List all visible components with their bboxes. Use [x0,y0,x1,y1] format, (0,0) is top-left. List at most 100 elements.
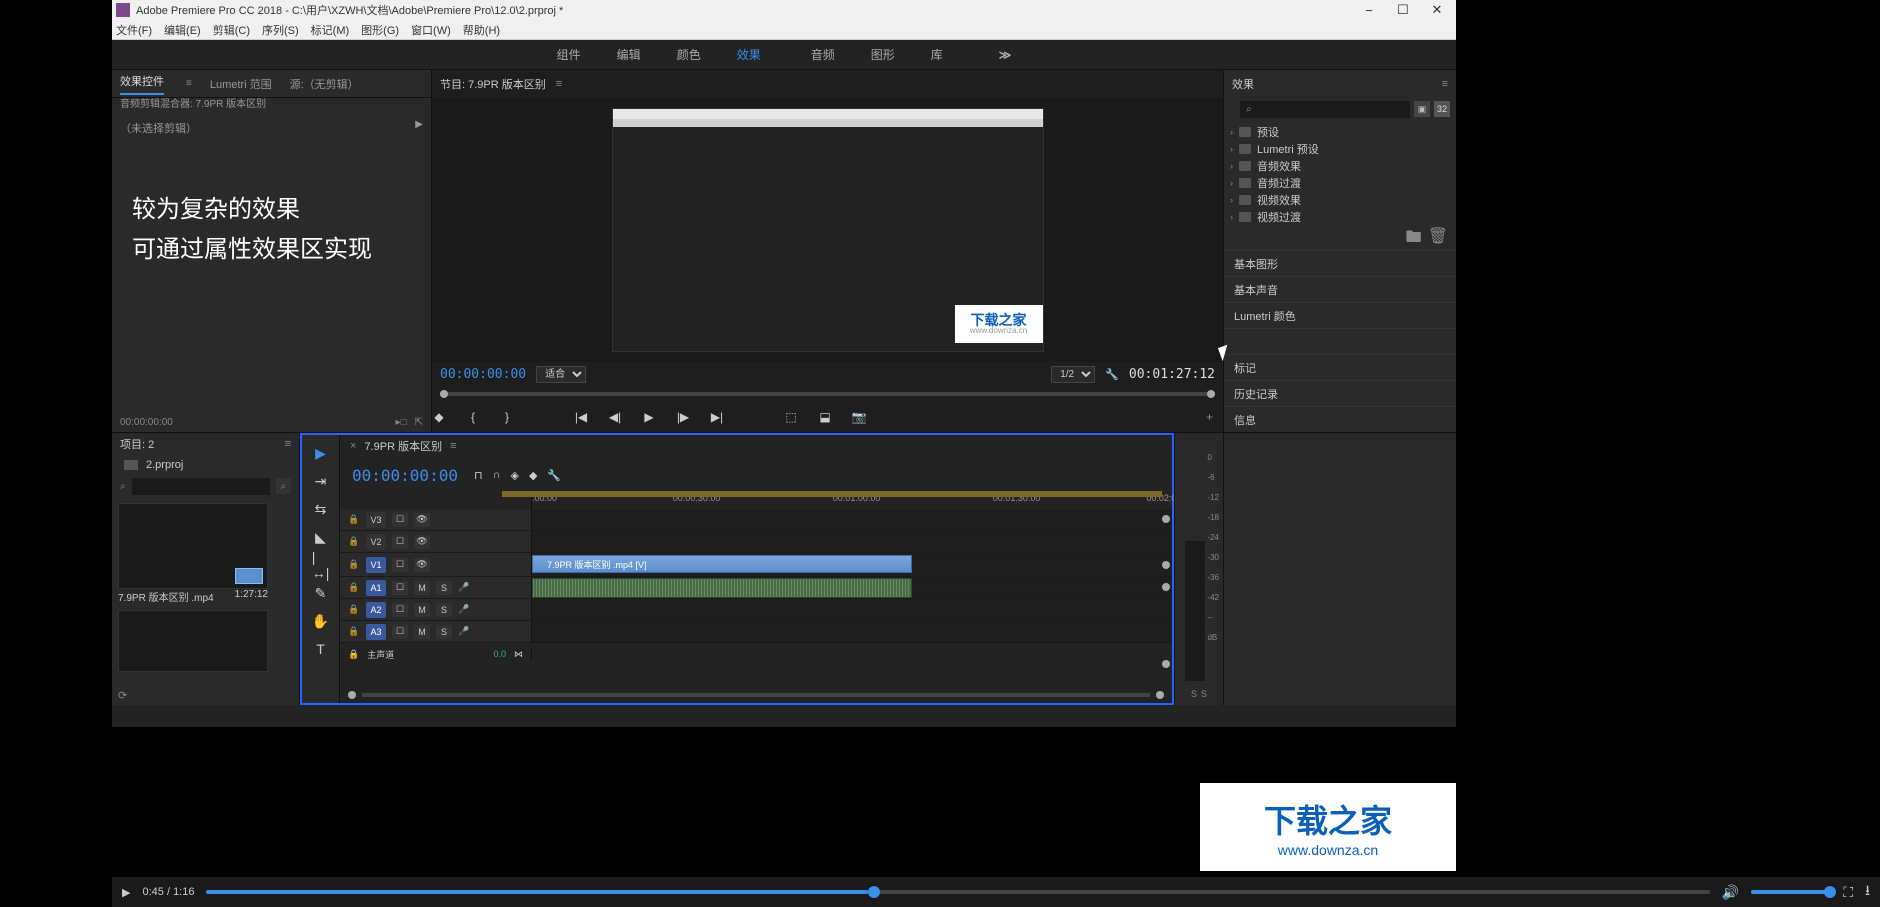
audio-clip[interactable] [532,578,912,598]
in-point-icon[interactable]: { [466,410,480,424]
player-progress[interactable] [206,890,1709,894]
effects-fx-badge[interactable]: ▣ [1414,101,1430,117]
lock-icon[interactable]: 🔒 [348,604,360,615]
ws-effects[interactable]: 效果 [737,46,775,63]
panel-history[interactable]: 历史记录 [1224,380,1456,406]
track-a2-content[interactable] [532,599,1172,621]
menu-graphics[interactable]: 图形(G) [361,22,399,38]
track-a2[interactable]: A2 [366,602,386,618]
program-scrub[interactable] [432,386,1223,402]
zoom-in-handle[interactable] [1156,691,1164,699]
track-v2[interactable]: V2 [366,534,386,550]
tab-source[interactable]: 源:（无剪辑） [290,76,359,92]
mic-icon[interactable]: 🎤 [458,626,469,637]
download-icon[interactable]: ⭳ [1865,880,1870,904]
step-back-icon[interactable]: ◀| [608,410,622,424]
track-m[interactable]: M [414,625,430,639]
ripple-edit-tool-icon[interactable]: ⇆ [313,501,329,517]
lock-icon[interactable]: 🔒 [348,582,360,593]
marker-icon[interactable]: ◈ [510,469,518,482]
new-bin-icon[interactable]: 🖿 [1406,226,1422,244]
add-button-icon[interactable]: + [1206,410,1213,424]
marker-icon[interactable]: ◆ [432,410,446,424]
wrench-icon[interactable]: 🔧 [1105,368,1119,381]
panel-markers[interactable]: 标记 [1224,354,1456,380]
panel-essential-sound[interactable]: 基本声音 [1224,276,1456,302]
menu-edit[interactable]: 编辑(E) [164,22,201,38]
type-tool-icon[interactable]: T [313,641,329,657]
program-monitor[interactable]: 下载之家 www.downza.cn [432,98,1223,362]
tab-lumetri-scopes[interactable]: Lumetri 范围 [210,76,272,92]
track-fx[interactable]: ☐ [392,581,408,595]
settings-icon[interactable]: 🔧 [547,469,561,482]
step-fwd-icon[interactable]: |▶ [676,410,690,424]
clip-thumb-2[interactable] [118,610,268,672]
snap-icon[interactable]: ⊓ [474,469,483,482]
seq-menu-icon[interactable]: ≡ [450,440,456,452]
track-s[interactable]: S [436,625,452,639]
panel-lumetri-color[interactable]: Lumetri 颜色 [1224,302,1456,328]
ws-graphics[interactable]: 图形 [871,46,895,63]
effects-search-input[interactable] [1240,101,1410,118]
tab-audio-clip-mixer[interactable]: 音频剪辑混合器: 7.9PR 版本区别 [120,95,266,110]
lock-icon[interactable]: 🔒 [348,536,360,547]
ws-more-button[interactable]: ≫ [999,48,1012,62]
ec-footer-icon-1[interactable]: ▸□ [396,417,407,428]
out-point-icon[interactable]: } [500,410,514,424]
track-fx[interactable]: ☐ [392,558,408,572]
effects-node-presets[interactable]: ›预设 [1230,123,1450,140]
tab-menu-icon[interactable]: ≡ [186,78,192,89]
track-s[interactable]: S [436,581,452,595]
hand-tool-icon[interactable]: ✋ [313,613,329,629]
ws-assembly[interactable]: 组件 [557,46,581,63]
track-m[interactable]: M [414,581,430,595]
track-fx[interactable]: ☐ [392,535,408,549]
panel-essential-graphics[interactable]: 基本图形 [1224,250,1456,276]
project-filename[interactable]: 2.prproj [146,459,183,471]
menu-file[interactable]: 文件(F) [116,22,152,38]
pen-tool-icon[interactable]: ✎ [313,585,329,601]
menu-sequence[interactable]: 序列(S) [262,22,299,38]
track-eye[interactable]: 👁 [414,513,430,527]
effects-node-lumetri[interactable]: ›Lumetri 预设 [1230,140,1450,157]
fullscreen-icon[interactable]: ⛶ [1843,884,1853,901]
marker2-icon[interactable]: ◆ [529,469,537,482]
track-v2-content[interactable] [532,531,1172,553]
maximize-button[interactable]: ☐ [1396,3,1410,17]
track-v3-content[interactable] [532,509,1172,531]
delete-icon[interactable]: 🗑 [1428,226,1448,244]
track-m[interactable]: M [414,603,430,617]
razor-tool-icon[interactable]: ◣ [313,529,329,545]
track-fx[interactable]: ☐ [392,625,408,639]
player-play-icon[interactable]: ▶ [122,886,130,899]
lock-icon[interactable]: 🔒 [348,626,360,637]
menu-help[interactable]: 帮助(H) [463,22,500,38]
work-area-bar[interactable] [502,491,1162,497]
export-frame-icon[interactable]: 📷 [852,410,866,424]
tab-effect-controls[interactable]: 效果控件 [120,73,164,95]
lift-icon[interactable]: ⬚ [784,410,798,424]
effects-node-video-trans[interactable]: ›视频过渡 [1230,208,1450,225]
close-button[interactable]: ✕ [1430,3,1444,17]
effects-menu-icon[interactable]: ≡ [1442,78,1448,90]
ws-audio[interactable]: 音频 [811,46,835,63]
sequence-name[interactable]: 7.9PR 版本区别 [364,438,442,454]
effects-node-audio-trans[interactable]: ›音频过渡 [1230,174,1450,191]
project-search-input[interactable] [132,478,270,495]
goto-in-icon[interactable]: |◀ [574,410,588,424]
zoom-track[interactable] [362,693,1150,697]
volume-icon[interactable]: 🔊 [1722,884,1739,901]
play-icon[interactable]: ▶ [642,410,656,424]
chevron-right-icon[interactable]: ▶ [415,119,423,130]
program-scale-select[interactable]: 1/2 [1051,366,1095,383]
effects-32-badge[interactable]: 32 [1434,101,1450,117]
lock-icon[interactable]: 🔒 [348,649,359,660]
track-a1-content[interactable] [532,577,1172,599]
goto-out-icon[interactable]: ▶| [710,410,724,424]
volume-slider[interactable] [1751,890,1831,894]
mic-icon[interactable]: 🎤 [458,582,469,593]
effects-node-audio-fx[interactable]: ›音频效果 [1230,157,1450,174]
track-a3[interactable]: A3 [366,624,386,640]
menu-clip[interactable]: 剪辑(C) [213,22,250,38]
program-fit-select[interactable]: 适合 [536,366,586,383]
